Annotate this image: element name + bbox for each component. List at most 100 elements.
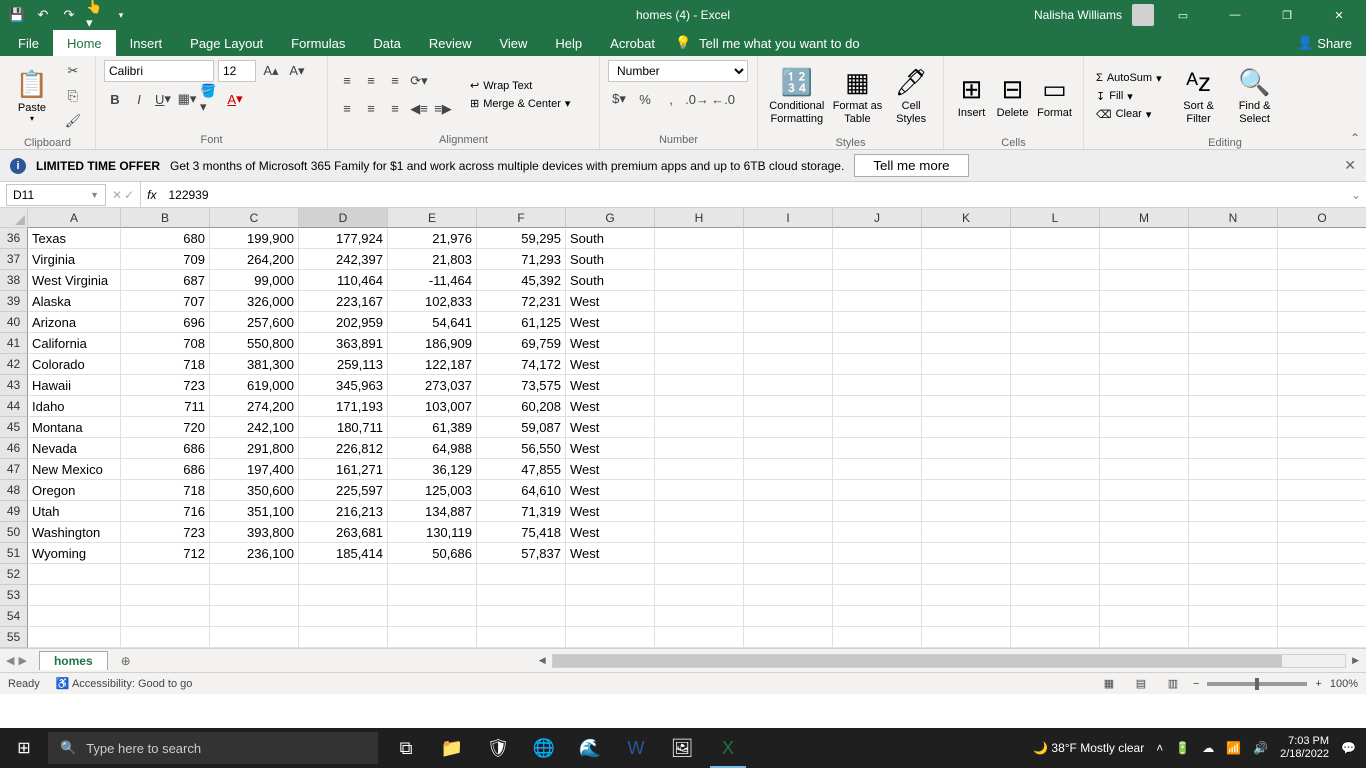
- row-header[interactable]: 39: [0, 291, 28, 312]
- cell[interactable]: [744, 459, 833, 480]
- cell[interactable]: [1100, 228, 1189, 249]
- cell[interactable]: 687: [121, 270, 210, 291]
- col-header-E[interactable]: E: [388, 208, 477, 228]
- cell[interactable]: 259,113: [299, 354, 388, 375]
- user-name[interactable]: Nalisha Williams: [1034, 8, 1122, 22]
- cell[interactable]: [922, 543, 1011, 564]
- col-header-B[interactable]: B: [121, 208, 210, 228]
- cell[interactable]: 125,003: [388, 480, 477, 501]
- cell[interactable]: West: [566, 354, 655, 375]
- tab-file[interactable]: File: [4, 30, 53, 56]
- cell[interactable]: [655, 375, 744, 396]
- cell[interactable]: [477, 606, 566, 627]
- notifications-icon[interactable]: 💬: [1341, 741, 1356, 755]
- cell[interactable]: [28, 606, 121, 627]
- touch-mode-icon[interactable]: 👆▾: [86, 6, 104, 24]
- row-header[interactable]: 54: [0, 606, 28, 627]
- align-bottom-icon[interactable]: ≡: [384, 70, 406, 92]
- cell[interactable]: [1011, 543, 1100, 564]
- cell[interactable]: [299, 627, 388, 648]
- cell[interactable]: [1278, 522, 1366, 543]
- cell[interactable]: 723: [121, 522, 210, 543]
- merge-center-button[interactable]: ⊞Merge & Center ▾: [466, 96, 574, 111]
- cell[interactable]: [655, 438, 744, 459]
- cell[interactable]: West Virginia: [28, 270, 121, 291]
- col-header-G[interactable]: G: [566, 208, 655, 228]
- cell[interactable]: [566, 585, 655, 606]
- cell[interactable]: [299, 564, 388, 585]
- cell[interactable]: [1189, 501, 1278, 522]
- cell[interactable]: [655, 501, 744, 522]
- col-header-N[interactable]: N: [1189, 208, 1278, 228]
- battery-icon[interactable]: 🔋: [1175, 741, 1190, 755]
- collapse-ribbon-icon[interactable]: ⌃: [1350, 131, 1360, 145]
- cell[interactable]: Texas: [28, 228, 121, 249]
- cell[interactable]: [1278, 249, 1366, 270]
- cell[interactable]: 64,610: [477, 480, 566, 501]
- cell[interactable]: [1278, 354, 1366, 375]
- cell[interactable]: [121, 606, 210, 627]
- chevron-down-icon[interactable]: ▼: [90, 190, 99, 200]
- cell[interactable]: [566, 564, 655, 585]
- cell[interactable]: [833, 480, 922, 501]
- cell[interactable]: [1278, 606, 1366, 627]
- cell[interactable]: [1011, 480, 1100, 501]
- decrease-decimal-icon[interactable]: ←.0: [712, 88, 734, 110]
- cell[interactable]: [1011, 291, 1100, 312]
- cell[interactable]: 197,400: [210, 459, 299, 480]
- cell[interactable]: 54,641: [388, 312, 477, 333]
- cell[interactable]: [922, 291, 1011, 312]
- cell[interactable]: [833, 585, 922, 606]
- cell[interactable]: [1100, 375, 1189, 396]
- cell[interactable]: [922, 228, 1011, 249]
- conditional-formatting-button[interactable]: 🔢Conditional Formatting: [766, 60, 828, 132]
- cell[interactable]: Wyoming: [28, 543, 121, 564]
- row-header[interactable]: 43: [0, 375, 28, 396]
- cell[interactable]: Washington: [28, 522, 121, 543]
- cell[interactable]: [833, 270, 922, 291]
- col-header-F[interactable]: F: [477, 208, 566, 228]
- cell[interactable]: [299, 606, 388, 627]
- cell[interactable]: 393,800: [210, 522, 299, 543]
- cell[interactable]: [744, 585, 833, 606]
- cell[interactable]: 225,597: [299, 480, 388, 501]
- cell[interactable]: South: [566, 228, 655, 249]
- cell[interactable]: 550,800: [210, 333, 299, 354]
- cell[interactable]: 711: [121, 396, 210, 417]
- cell[interactable]: [1189, 396, 1278, 417]
- clear-button[interactable]: ⌫Clear ▾: [1092, 107, 1166, 122]
- cell[interactable]: [1100, 417, 1189, 438]
- cell[interactable]: [1011, 270, 1100, 291]
- cell[interactable]: South: [566, 249, 655, 270]
- taskbar-search[interactable]: 🔍 Type here to search: [48, 732, 378, 764]
- cell[interactable]: [833, 543, 922, 564]
- cell[interactable]: [833, 354, 922, 375]
- cell[interactable]: Idaho: [28, 396, 121, 417]
- cell[interactable]: [922, 522, 1011, 543]
- row-header[interactable]: 44: [0, 396, 28, 417]
- cell[interactable]: [922, 459, 1011, 480]
- fx-icon[interactable]: fx: [141, 188, 162, 202]
- fill-button[interactable]: ↧Fill ▾: [1092, 89, 1166, 104]
- cell[interactable]: [655, 270, 744, 291]
- cell[interactable]: 680: [121, 228, 210, 249]
- cell[interactable]: 263,681: [299, 522, 388, 543]
- cell[interactable]: West: [566, 291, 655, 312]
- cell[interactable]: [1189, 627, 1278, 648]
- tab-acrobat[interactable]: Acrobat: [596, 30, 669, 56]
- cell[interactable]: [121, 564, 210, 585]
- cell[interactable]: [922, 270, 1011, 291]
- cell[interactable]: [1100, 606, 1189, 627]
- cut-icon[interactable]: ✂: [62, 60, 84, 82]
- cell[interactable]: [744, 417, 833, 438]
- accounting-icon[interactable]: $▾: [608, 88, 630, 110]
- cell[interactable]: 708: [121, 333, 210, 354]
- cell[interactable]: 686: [121, 459, 210, 480]
- tab-view[interactable]: View: [485, 30, 541, 56]
- col-header-K[interactable]: K: [922, 208, 1011, 228]
- cell[interactable]: [922, 396, 1011, 417]
- cell[interactable]: Colorado: [28, 354, 121, 375]
- row-header[interactable]: 45: [0, 417, 28, 438]
- cell[interactable]: [833, 459, 922, 480]
- cell[interactable]: Arizona: [28, 312, 121, 333]
